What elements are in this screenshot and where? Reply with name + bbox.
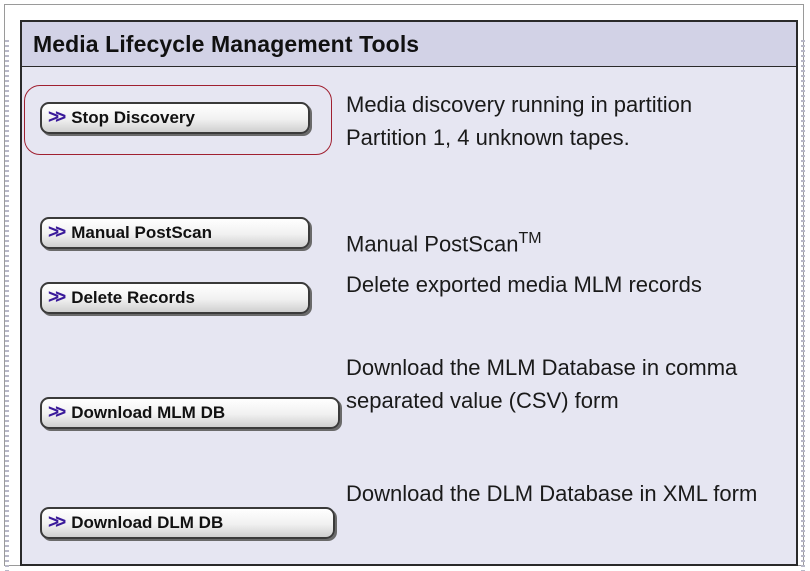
page-edge-left [5, 40, 9, 571]
download-mlm-db-button[interactable]: >> Download MLM DB [40, 397, 340, 429]
double-chevron-right-icon: >> [48, 512, 66, 533]
stop-discovery-button[interactable]: >> Stop Discovery [40, 102, 310, 134]
double-chevron-right-icon: >> [48, 222, 66, 243]
download-dlm-db-button[interactable]: >> Download DLM DB [40, 507, 335, 539]
manual-postscan-label: Manual PostScan [71, 223, 212, 242]
stop-discovery-label: Stop Discovery [71, 108, 195, 127]
panel-title: Media Lifecycle Management Tools [22, 22, 796, 67]
download-mlm-db-description: Download the MLM Database in comma separ… [346, 355, 738, 413]
double-chevron-right-icon: >> [48, 402, 66, 423]
manual-postscan-description: Manual PostScanTM [346, 230, 542, 257]
page-edge-right [801, 40, 805, 571]
double-chevron-right-icon: >> [48, 287, 66, 308]
download-mlm-db-label: Download MLM DB [71, 403, 226, 422]
mlm-tools-panel: Media Lifecycle Management Tools >> Stop… [20, 20, 798, 566]
delete-records-description: Delete exported media MLM records [346, 272, 702, 297]
delete-records-button[interactable]: >> Delete Records [40, 282, 310, 314]
manual-postscan-button[interactable]: >> Manual PostScan [40, 217, 310, 249]
double-chevron-right-icon: >> [48, 107, 66, 128]
trademark-mark: TM [518, 230, 542, 247]
delete-records-label: Delete Records [71, 288, 195, 307]
stop-discovery-description: Media discovery running in partition Par… [346, 92, 693, 150]
download-dlm-db-label: Download DLM DB [71, 513, 224, 532]
download-dlm-db-description: Download the DLM Database in XML form [346, 481, 758, 506]
